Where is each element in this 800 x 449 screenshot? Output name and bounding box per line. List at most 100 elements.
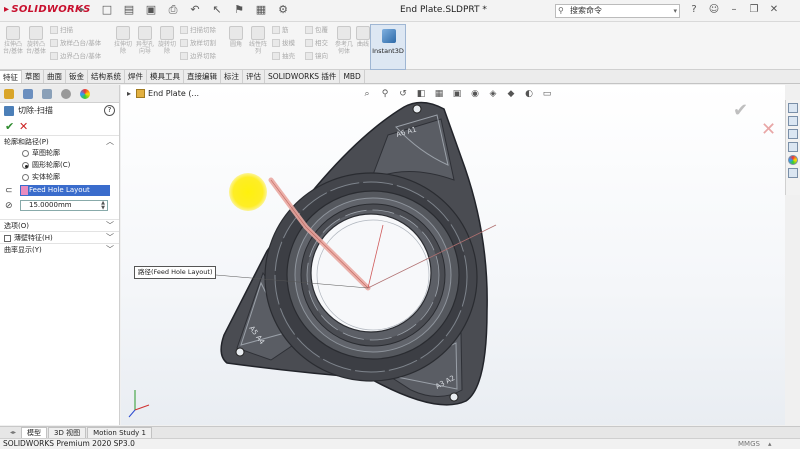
rib-button[interactable]: 筋 xyxy=(272,25,289,35)
sweep-cut-button[interactable]: 扫描切除 xyxy=(180,25,216,35)
command-manager-tabs: 特征 草图 曲面 钣金 结构系统 焊件 模具工具 直接编辑 标注 评估 SOLI… xyxy=(0,70,800,84)
tab-surfaces[interactable]: 曲面 xyxy=(44,70,66,83)
pm-title: 切除-扫描 ? xyxy=(0,103,119,119)
tab-mbd[interactable]: MBD xyxy=(340,70,365,83)
open-icon[interactable]: ▤ xyxy=(122,3,136,17)
property-manager-icon[interactable] xyxy=(23,88,33,99)
thin-feature-section[interactable]: 薄壁特征(H) ﹀ xyxy=(0,231,119,243)
graphics-area[interactable]: ▸ End Plate (... ⌕ ⚲ ↺ ◧ ▦ ▣ ◉ ◈ ◆ ◐ ▭ ✔ … xyxy=(121,85,785,425)
triad-x-axis xyxy=(134,404,150,411)
spin-stepper[interactable]: ▲ ▼ xyxy=(99,201,107,211)
tab-weldments[interactable]: 焊件 xyxy=(125,70,147,83)
draft-button[interactable]: 拔模 xyxy=(272,38,295,48)
unit-system[interactable]: MMGS xyxy=(738,439,760,449)
intersect-button[interactable]: 相交 xyxy=(305,38,328,48)
title-bar: ▸ SOLIDWORKS ▸ □ ▤ ▣ ⎙ ↶ ↖ ⚑ ▦ ⚙ End Plat… xyxy=(0,0,800,22)
select-icon[interactable]: ↖ xyxy=(210,3,224,17)
tab-addins[interactable]: SOLIDWORKS 插件 xyxy=(265,70,341,83)
file-props-icon[interactable]: ▦ xyxy=(254,3,268,17)
diameter-icon: ⊘ xyxy=(5,201,13,211)
wrap-button[interactable]: 包覆 xyxy=(305,25,328,35)
ok-check-icon[interactable]: ✔ xyxy=(5,120,14,133)
dimxpert-icon[interactable] xyxy=(61,88,71,99)
loft-boss-button[interactable]: 放样凸台/基体 xyxy=(50,38,101,48)
tab-structure-system[interactable]: 结构系统 xyxy=(88,70,125,83)
path-callout-label[interactable]: 路径(Feed Hole Layout) xyxy=(134,266,217,279)
mirror-button[interactable]: 镜向 xyxy=(305,51,328,61)
curvature-display-section[interactable]: 曲率显示(Y) ﹀ xyxy=(0,243,119,255)
restore-icon[interactable]: ❐ xyxy=(748,4,760,15)
tab-mold-tools[interactable]: 模具工具 xyxy=(147,70,184,83)
tab-direct-editing[interactable]: 直接编辑 xyxy=(184,70,221,83)
path-selection-box[interactable]: Feed Hole Layout xyxy=(20,185,110,196)
boundary-cut-button[interactable]: 边界切除 xyxy=(180,51,216,61)
part-model[interactable]: A6 A1 A5 A4 A3 A2 xyxy=(121,85,785,425)
radio-circular-profile[interactable]: 圆形轮廓(C) xyxy=(0,159,119,171)
corner-hole xyxy=(412,104,422,114)
view-palette-icon[interactable] xyxy=(788,142,798,152)
tab-evaluate[interactable]: 评估 xyxy=(243,70,265,83)
boundary-boss-button[interactable]: 边界凸台/基体 xyxy=(50,51,101,61)
cursor-highlight xyxy=(229,173,267,211)
loft-cut-button[interactable]: 放样切割 xyxy=(180,38,216,48)
chevron-down-icon[interactable]: ﹀ xyxy=(106,244,114,256)
tab-motion-study[interactable]: Motion Study 1 xyxy=(87,426,152,439)
design-library-icon[interactable] xyxy=(788,116,798,126)
radio-solid-profile[interactable]: 实体轮廓 xyxy=(0,171,119,183)
display-manager-icon[interactable] xyxy=(80,88,90,99)
tab-model[interactable]: 模型 xyxy=(21,426,48,439)
extrude-cut-button[interactable]: 拉伸切除 xyxy=(112,26,134,55)
options-gear-icon[interactable]: ⚙ xyxy=(276,3,290,17)
menu-arrow-icon[interactable]: ▸ xyxy=(80,5,85,15)
custom-properties-icon[interactable] xyxy=(788,168,798,178)
tab-3d-views[interactable]: 3D 视图 xyxy=(48,426,87,439)
print-icon[interactable]: ⎙ xyxy=(166,3,180,17)
chevron-down-icon[interactable]: ▾ xyxy=(673,5,677,17)
revolve-cut-button[interactable]: 旋转切除 xyxy=(156,26,178,55)
solidworks-resources-icon[interactable] xyxy=(788,103,798,113)
path-icon: ⊂ xyxy=(5,186,13,196)
tab-features[interactable]: 特征 xyxy=(0,70,22,83)
hole-wizard-button[interactable]: 异型孔向导 xyxy=(134,26,156,55)
user-icon[interactable]: ☺ xyxy=(708,4,720,15)
diameter-input[interactable]: 15.0000mm ▲ ▼ xyxy=(20,200,108,211)
appearances-icon[interactable] xyxy=(788,155,798,165)
solidworks-logo[interactable]: ▸ SOLIDWORKS xyxy=(4,4,91,15)
extrude-boss-button[interactable]: 拉伸凸台/基体 xyxy=(2,26,24,55)
file-explorer-icon[interactable] xyxy=(788,129,798,139)
revolve-boss-button[interactable]: 旋转凸台/基体 xyxy=(25,26,47,55)
corner-hole xyxy=(235,347,245,357)
help-icon[interactable]: ? xyxy=(688,4,700,15)
cancel-x-icon[interactable]: ✕ xyxy=(19,120,28,133)
instant3d-icon xyxy=(382,29,396,43)
tab-sketch[interactable]: 草图 xyxy=(22,70,44,83)
unit-dropdown-icon[interactable]: ▴ xyxy=(768,439,772,449)
configuration-manager-icon[interactable] xyxy=(42,88,52,99)
sweep-button[interactable]: 扫描 xyxy=(50,25,73,35)
instant3d-button[interactable]: Instant3D xyxy=(370,24,406,70)
undo-icon[interactable]: ↶ xyxy=(188,3,202,17)
status-bar: SOLIDWORKS Premium 2020 SP3.0 MMGS ▴ xyxy=(0,438,800,449)
help-icon[interactable]: ? xyxy=(104,105,115,116)
search-commands-input[interactable]: ⚲ 搜索命令 ▾ xyxy=(555,4,680,18)
new-icon[interactable]: □ xyxy=(100,3,114,17)
minimize-icon[interactable]: – xyxy=(728,4,740,15)
thin-feature-checkbox[interactable] xyxy=(4,235,11,242)
tab-markup[interactable]: 标注 xyxy=(221,70,243,83)
tab-nav-arrows-icon[interactable]: ◂▸ xyxy=(10,429,16,436)
rebuild-icon[interactable]: ⚑ xyxy=(232,3,246,17)
shell-button[interactable]: 抽壳 xyxy=(272,51,295,61)
task-pane xyxy=(785,100,800,195)
search-icon: ⚲ xyxy=(558,6,564,15)
radio-sketch-profile[interactable]: 草图轮廓 xyxy=(0,147,119,159)
tab-sheet-metal[interactable]: 钣金 xyxy=(66,70,88,83)
linear-pattern-button[interactable]: 线性阵列 xyxy=(247,26,269,55)
profile-path-section[interactable]: 轮廓和路径(P) ︿ xyxy=(0,135,119,147)
triad-z-axis xyxy=(128,409,136,418)
close-icon[interactable]: ✕ xyxy=(768,4,780,15)
options-section[interactable]: 选项(O) ﹀ xyxy=(0,219,119,231)
save-icon[interactable]: ▣ xyxy=(144,3,158,17)
feature-tree-icon[interactable] xyxy=(4,88,14,99)
fillet-button[interactable]: 圆角 xyxy=(225,26,247,48)
property-manager-panel: 切除-扫描 ? ✔ ✕ 轮廓和路径(P) ︿ 草图轮廓 圆形轮廓(C) 实体轮廓… xyxy=(0,85,120,425)
